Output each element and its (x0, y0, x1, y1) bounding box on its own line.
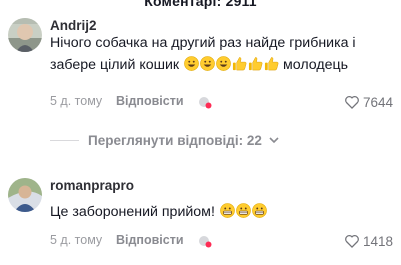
reply-button[interactable]: Відповісти (116, 94, 184, 108)
comment-meta: 5 д. тому Відповісти 7644 (50, 94, 401, 112)
comment-time: 5 д. тому (50, 94, 103, 108)
comment-time: 5 д. тому (50, 233, 103, 247)
view-replies-label: Переглянути відповіді: 22 (88, 132, 262, 148)
like-button[interactable]: 7644 (344, 93, 393, 111)
heart-icon (345, 96, 359, 109)
reply-status-icon[interactable] (197, 233, 213, 249)
thumbs-up-icon (264, 56, 279, 71)
avatar[interactable] (8, 18, 42, 52)
like-button[interactable]: 1418 (344, 232, 393, 250)
username[interactable]: Andrij2 (50, 18, 97, 33)
divider (50, 139, 79, 141)
comment-meta: 5 д. тому Відповісти 1418 (50, 233, 401, 251)
grinning-face-icon (200, 56, 215, 71)
like-count: 1418 (362, 233, 393, 249)
heart-icon (345, 235, 359, 248)
comment-tail: молодець (283, 57, 349, 73)
avatar[interactable] (8, 178, 42, 212)
grimacing-face-icon (220, 203, 235, 218)
grimacing-face-icon (252, 203, 267, 218)
comment-text: Це заборонений прийом! (50, 201, 390, 223)
username[interactable]: romanprapro (50, 178, 134, 193)
grinning-face-icon (216, 56, 231, 71)
comment-text: Нічого собачка на другий раз найде грибн… (50, 32, 390, 76)
grimacing-face-icon (236, 203, 251, 218)
thumbs-up-icon (232, 56, 247, 71)
thumbs-up-icon (248, 56, 263, 71)
comment-body: Це заборонений прийом! (50, 204, 215, 220)
reply-status-icon[interactable] (197, 94, 213, 110)
view-replies-button[interactable]: Переглянути відповіді: 22 (50, 130, 280, 150)
chevron-down-icon (269, 137, 279, 144)
like-count: 7644 (362, 94, 393, 110)
comments-panel: Коментарі: 2911 Andrij2 Нічого собачка н… (0, 0, 401, 265)
grinning-face-icon (184, 56, 199, 71)
reply-button[interactable]: Відповісти (116, 233, 184, 247)
comments-count-title: Коментарі: 2911 (144, 0, 257, 9)
